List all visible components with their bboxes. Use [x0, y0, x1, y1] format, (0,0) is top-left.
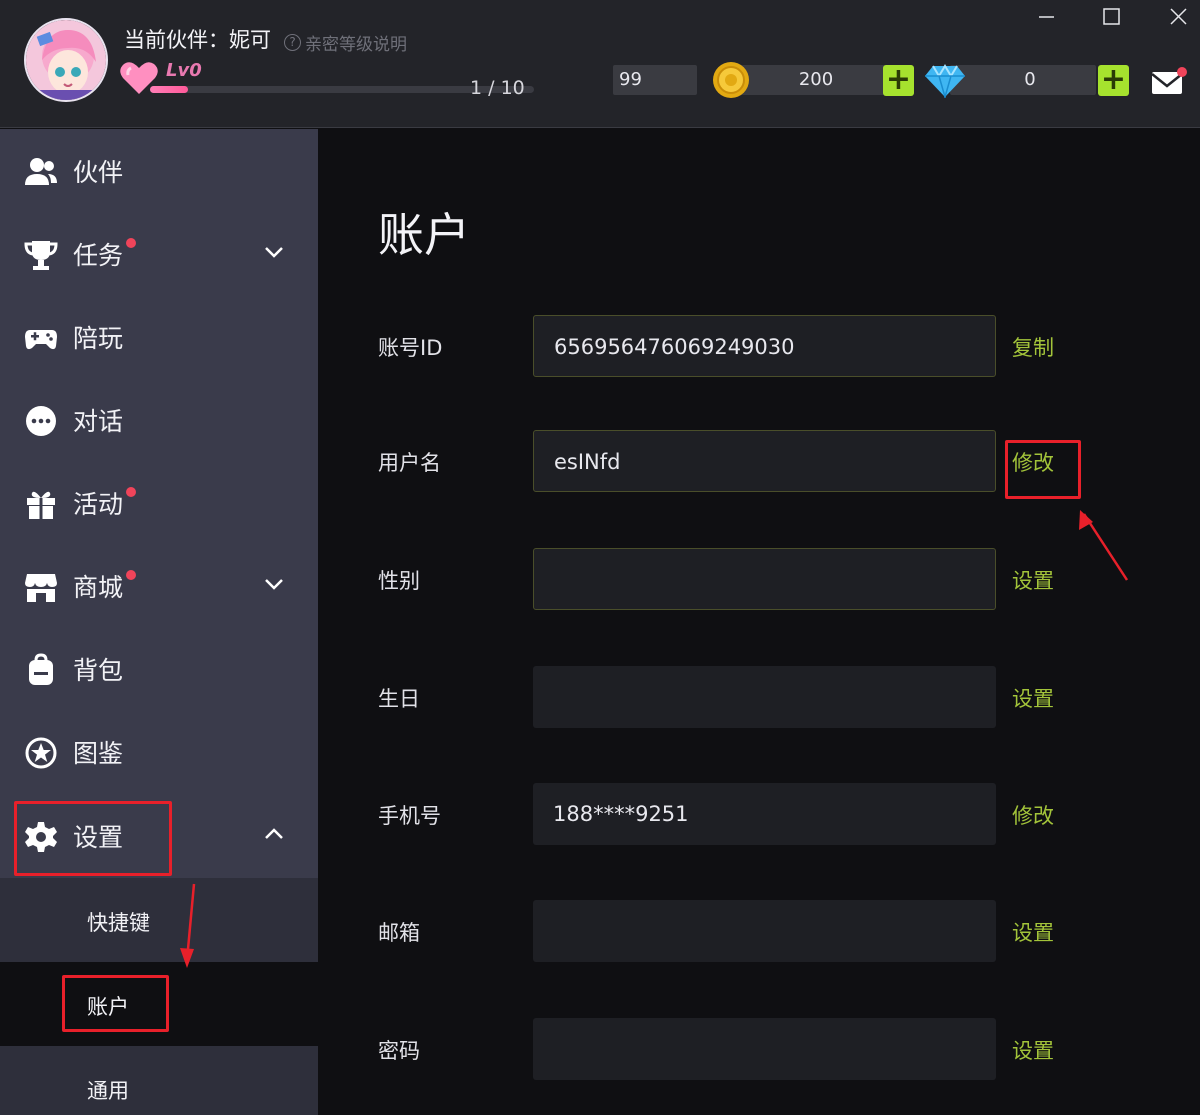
close-icon[interactable] [1160, 4, 1196, 30]
gem-value: 0 [1024, 69, 1036, 90]
add-coins-button[interactable]: + [883, 65, 914, 96]
sidebar-item-label: 商城 [73, 573, 124, 602]
set-password-button[interactable]: 设置 [1012, 1035, 1054, 1065]
copy-account-id-button[interactable]: 复制 [1012, 332, 1054, 362]
gamepad-icon [25, 330, 57, 350]
sidebar: 伙伴 任务 陪玩 对话 活动 商城 背包 图鉴 设置 快捷键 账户 通用 [0, 129, 318, 1115]
notification-dot [126, 487, 136, 497]
trophy-icon [24, 241, 58, 270]
set-email-button[interactable]: 设置 [1012, 917, 1054, 947]
field-label: 密码 [378, 1039, 420, 1063]
stat-value: 99 [619, 69, 642, 90]
field-password: 密码 设置 [318, 1018, 1200, 1080]
notification-dot [126, 570, 136, 580]
phone-field[interactable]: 188****9251 [533, 783, 996, 845]
minimize-icon[interactable] [1028, 4, 1064, 30]
notification-dot [126, 238, 136, 248]
birthday-field[interactable] [533, 666, 996, 728]
field-account-id: 账号ID 656956476069249030 复制 [318, 315, 1200, 377]
sidebar-item-label: 图鉴 [73, 739, 124, 768]
settings-sub-shortcuts[interactable]: 快捷键 [0, 878, 318, 962]
chat-icon [26, 406, 56, 436]
sidebar-item-chat[interactable]: 对话 [0, 380, 318, 460]
field-label: 性别 [378, 569, 420, 593]
sub-item-label: 快捷键 [87, 911, 150, 935]
page-title: 账户 [378, 208, 470, 262]
sidebar-item-backpack[interactable]: 背包 [0, 629, 318, 709]
sidebar-item-collection[interactable]: 图鉴 [0, 712, 318, 792]
shop-icon [25, 574, 57, 602]
sidebar-item-label: 对话 [73, 407, 124, 436]
intimacy-help-text: 亲密等级说明 [305, 35, 407, 55]
sidebar-item-shop[interactable]: 商城 [0, 546, 318, 626]
sidebar-item-partner[interactable]: 伙伴 [0, 131, 318, 211]
username-field[interactable]: esINfd [533, 430, 996, 492]
sidebar-item-label: 任务 [73, 241, 124, 270]
field-gender: 性别 设置 [318, 548, 1200, 610]
sidebar-item-label: 伙伴 [73, 158, 124, 187]
field-phone: 手机号 188****9251 修改 [318, 783, 1200, 845]
field-email: 邮箱 设置 [318, 900, 1200, 962]
field-label: 手机号 [378, 804, 441, 828]
add-gems-button[interactable]: + [1098, 65, 1129, 96]
sidebar-item-tasks[interactable]: 任务 [0, 214, 318, 294]
sidebar-item-label: 背包 [73, 656, 124, 685]
question-icon: ? [284, 34, 301, 51]
intimacy-progress-fill [150, 86, 189, 93]
coin-counter: 200 [740, 65, 886, 95]
set-gender-button[interactable]: 设置 [1012, 565, 1054, 595]
sidebar-item-play[interactable]: 陪玩 [0, 297, 318, 377]
account-id-field[interactable]: 656956476069249030 [533, 315, 996, 377]
sidebar-item-label: 活动 [73, 490, 124, 519]
intimacy-level: Lv0 [166, 60, 202, 81]
edit-phone-button[interactable]: 修改 [1012, 800, 1054, 830]
annotation-box-settings [14, 801, 172, 876]
sub-item-label: 通用 [87, 1079, 129, 1103]
mail-icon[interactable] [1150, 64, 1188, 98]
gender-field[interactable] [533, 548, 996, 610]
gift-icon [27, 491, 55, 519]
coin-value: 200 [798, 69, 834, 90]
account-panel: 账户 账号ID 656956476069249030 复制 用户名 esINfd… [318, 129, 1200, 1115]
gem-counter: 0 [950, 65, 1096, 95]
current-partner-title: 当前伙伴：妮可 [124, 28, 271, 52]
maximize-icon[interactable] [1093, 4, 1129, 30]
intimacy-help-link[interactable]: ? 亲密等级说明 [284, 30, 407, 55]
annotation-box-edit [1005, 440, 1081, 499]
email-field[interactable] [533, 900, 996, 962]
chevron-up-icon [265, 828, 283, 839]
stat-counter: 99 [613, 65, 697, 95]
backpack-icon [29, 653, 53, 685]
sidebar-item-events[interactable]: 活动 [0, 463, 318, 543]
field-label: 生日 [378, 687, 420, 711]
top-bar: 当前伙伴：妮可 ? 亲密等级说明 Lv0 1 / 10 99 200 + 0 + [0, 0, 1200, 128]
chevron-down-icon [265, 247, 283, 258]
star-badge-icon [25, 737, 57, 769]
diamond-icon [925, 64, 965, 98]
field-label: 账号ID [378, 336, 443, 360]
settings-sub-general[interactable]: 通用 [0, 1046, 318, 1115]
field-label: 用户名 [378, 451, 441, 475]
chevron-down-icon [265, 579, 283, 590]
field-label: 邮箱 [378, 921, 420, 945]
field-birthday: 生日 设置 [318, 666, 1200, 728]
annotation-box-account [62, 975, 169, 1032]
set-birthday-button[interactable]: 设置 [1012, 683, 1054, 713]
sidebar-item-label: 陪玩 [73, 324, 124, 353]
intimacy-progress-text: 1 / 10 [470, 77, 525, 99]
password-field[interactable] [533, 1018, 996, 1080]
users-icon [25, 158, 57, 185]
coin-icon [713, 62, 749, 98]
partner-avatar[interactable] [24, 18, 108, 102]
